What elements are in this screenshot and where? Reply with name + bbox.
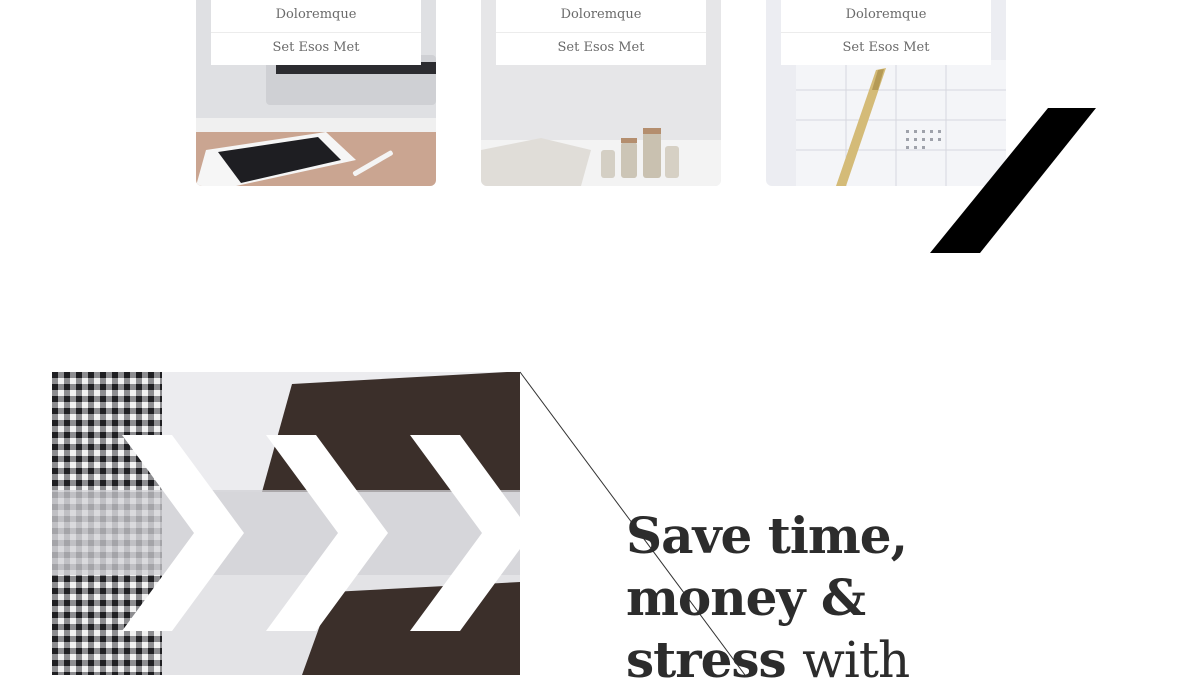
- headline-line-3-bold: stress: [626, 630, 787, 689]
- headline-line-1: Save time,: [626, 506, 908, 565]
- hero-headline: Save time, money & stress with: [626, 505, 1046, 691]
- card-title[interactable]: Doloremque: [781, 0, 991, 32]
- feature-image: [52, 372, 520, 675]
- decorative-slash-shape: [930, 108, 1096, 253]
- headline-line-2: money &: [626, 568, 866, 627]
- card-subtitle[interactable]: Set Esos Met: [211, 32, 421, 65]
- blog-card-2[interactable]: Doloremque Set Esos Met: [481, 0, 721, 186]
- card-subtitle[interactable]: Set Esos Met: [496, 32, 706, 65]
- card-title[interactable]: Doloremque: [496, 0, 706, 32]
- card-2-info: Doloremque Set Esos Met: [496, 0, 706, 65]
- card-3-info: Doloremque Set Esos Met: [781, 0, 991, 65]
- headline-line-3-light: with: [802, 631, 910, 689]
- card-subtitle[interactable]: Set Esos Met: [781, 32, 991, 65]
- card-title[interactable]: Doloremque: [211, 0, 421, 32]
- card-1-info: Doloremque Set Esos Met: [211, 0, 421, 65]
- blog-card-1[interactable]: Doloremque Set Esos Met: [196, 0, 436, 186]
